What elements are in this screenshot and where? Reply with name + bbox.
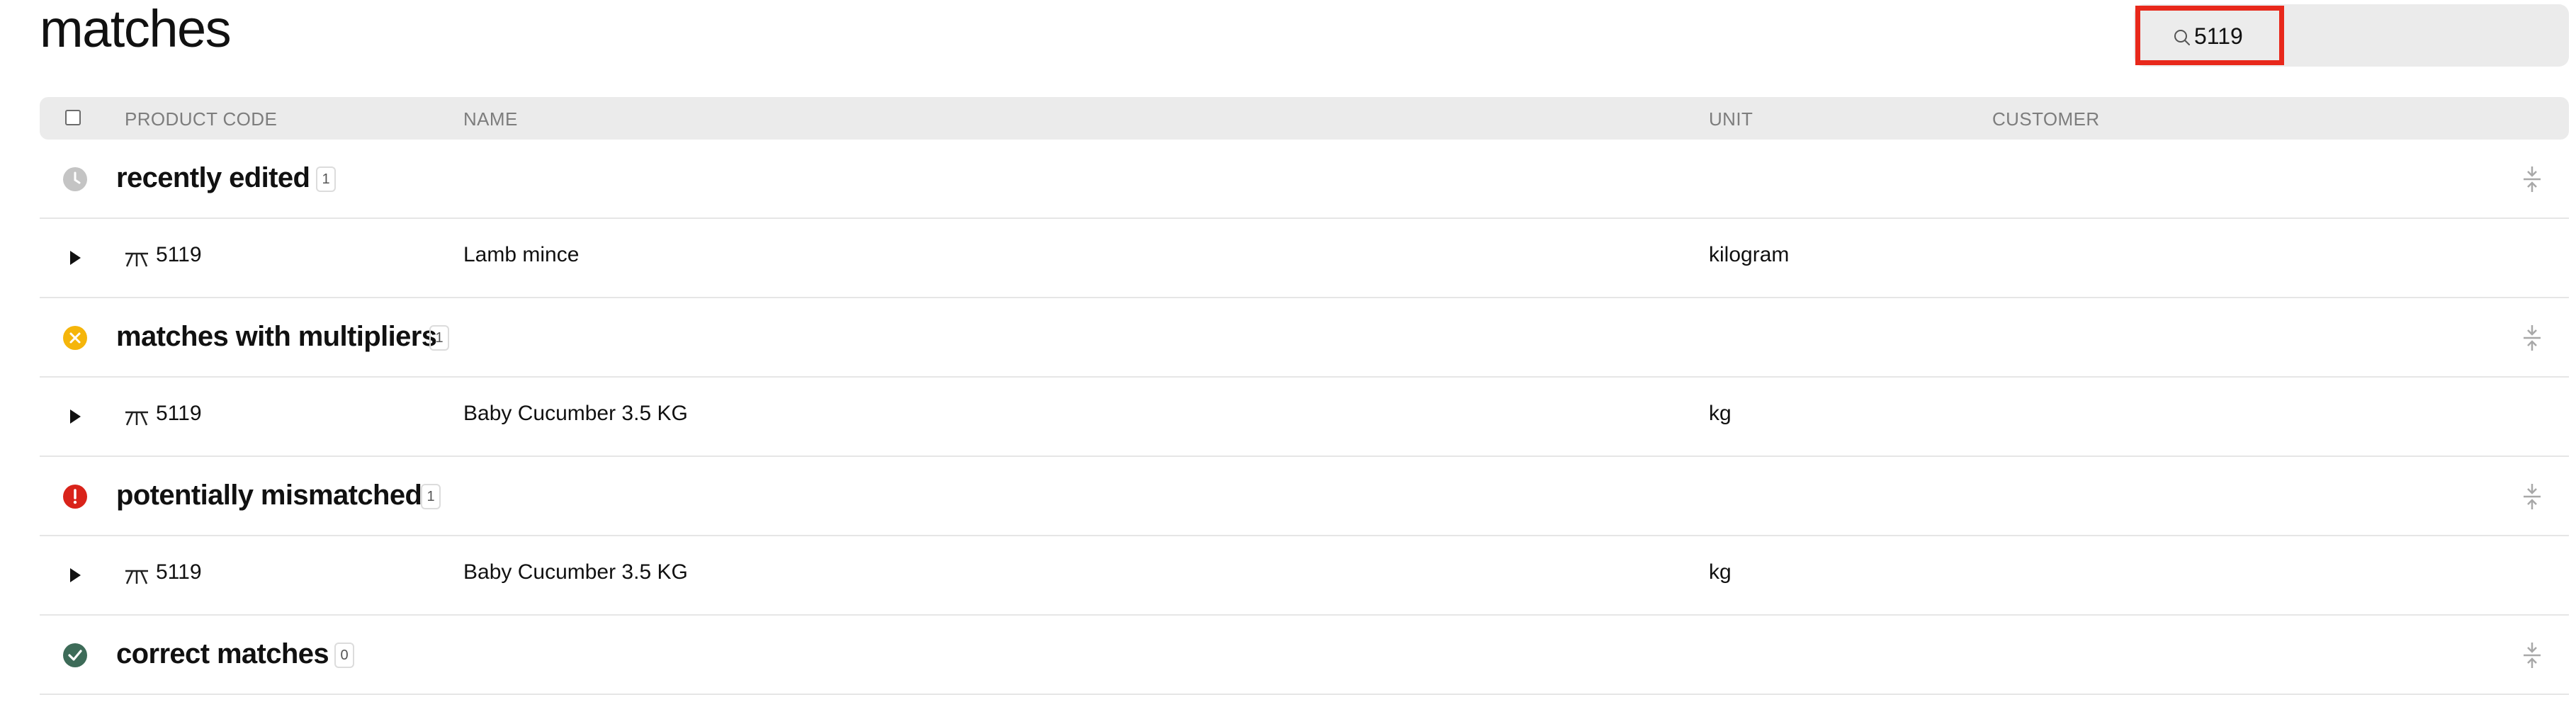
collapse-icon[interactable] <box>2521 324 2543 352</box>
column-header-product-code[interactable]: PRODUCT CODE <box>125 108 277 130</box>
search-icon <box>2174 30 2190 45</box>
group-row-potentially-mismatched[interactable]: potentially mismatched 1 <box>40 457 2569 536</box>
alert-icon <box>63 485 87 509</box>
count-badge: 1 <box>429 325 449 351</box>
expand-icon[interactable] <box>67 566 84 584</box>
group-label: potentially mismatched <box>116 480 422 511</box>
unit-cell: kg <box>1709 402 1732 425</box>
match-icon <box>125 570 148 584</box>
collapse-icon[interactable] <box>2521 641 2543 669</box>
table-row[interactable]: 5119 Lamb mince kilogram <box>40 219 2569 298</box>
search-input[interactable] <box>2194 21 2279 52</box>
group-label: recently edited <box>116 162 310 193</box>
expand-icon[interactable] <box>67 407 84 426</box>
group-label: correct matches <box>116 638 329 669</box>
name-cell: Baby Cucumber 3.5 KG <box>463 560 688 584</box>
count-badge: 1 <box>316 166 336 192</box>
multiplier-icon <box>63 326 87 350</box>
select-all-checkbox[interactable] <box>65 110 81 125</box>
check-icon <box>63 643 87 667</box>
count-badge: 0 <box>334 643 354 668</box>
column-header-unit[interactable]: UNIT <box>1709 108 1753 130</box>
product-code-cell: 5119 <box>156 560 202 584</box>
count-badge: 1 <box>421 484 441 509</box>
name-cell: Baby Cucumber 3.5 KG <box>463 402 688 425</box>
table-row[interactable]: 5119 Baby Cucumber 3.5 KG kg <box>40 536 2569 616</box>
search-box[interactable] <box>2135 6 2284 65</box>
table-row[interactable]: 5119 Baby Cucumber 3.5 KG kg <box>40 378 2569 457</box>
match-icon <box>125 252 148 267</box>
column-header-name[interactable]: NAME <box>463 108 518 130</box>
name-cell: Lamb mince <box>463 243 580 266</box>
clock-icon <box>63 167 87 191</box>
group-row-correct-matches[interactable]: correct matches 0 <box>40 616 2569 695</box>
group-row-recently-edited[interactable]: recently edited 1 <box>40 140 2569 219</box>
group-row-matches-with-multipliers[interactable]: matches with multipliers 1 <box>40 298 2569 378</box>
column-header-customer[interactable]: CUSTOMER <box>1992 108 2100 130</box>
unit-cell: kg <box>1709 560 1732 584</box>
expand-icon[interactable] <box>67 249 84 267</box>
group-label: matches with multipliers <box>116 321 437 352</box>
product-code-cell: 5119 <box>156 402 202 425</box>
collapse-icon[interactable] <box>2521 482 2543 511</box>
product-code-cell: 5119 <box>156 243 202 266</box>
unit-cell: kilogram <box>1709 243 1790 266</box>
table-header: PRODUCT CODE NAME UNIT CUSTOMER <box>40 97 2569 140</box>
match-icon <box>125 411 148 426</box>
page-title: matches <box>40 0 232 58</box>
collapse-icon[interactable] <box>2521 165 2543 193</box>
